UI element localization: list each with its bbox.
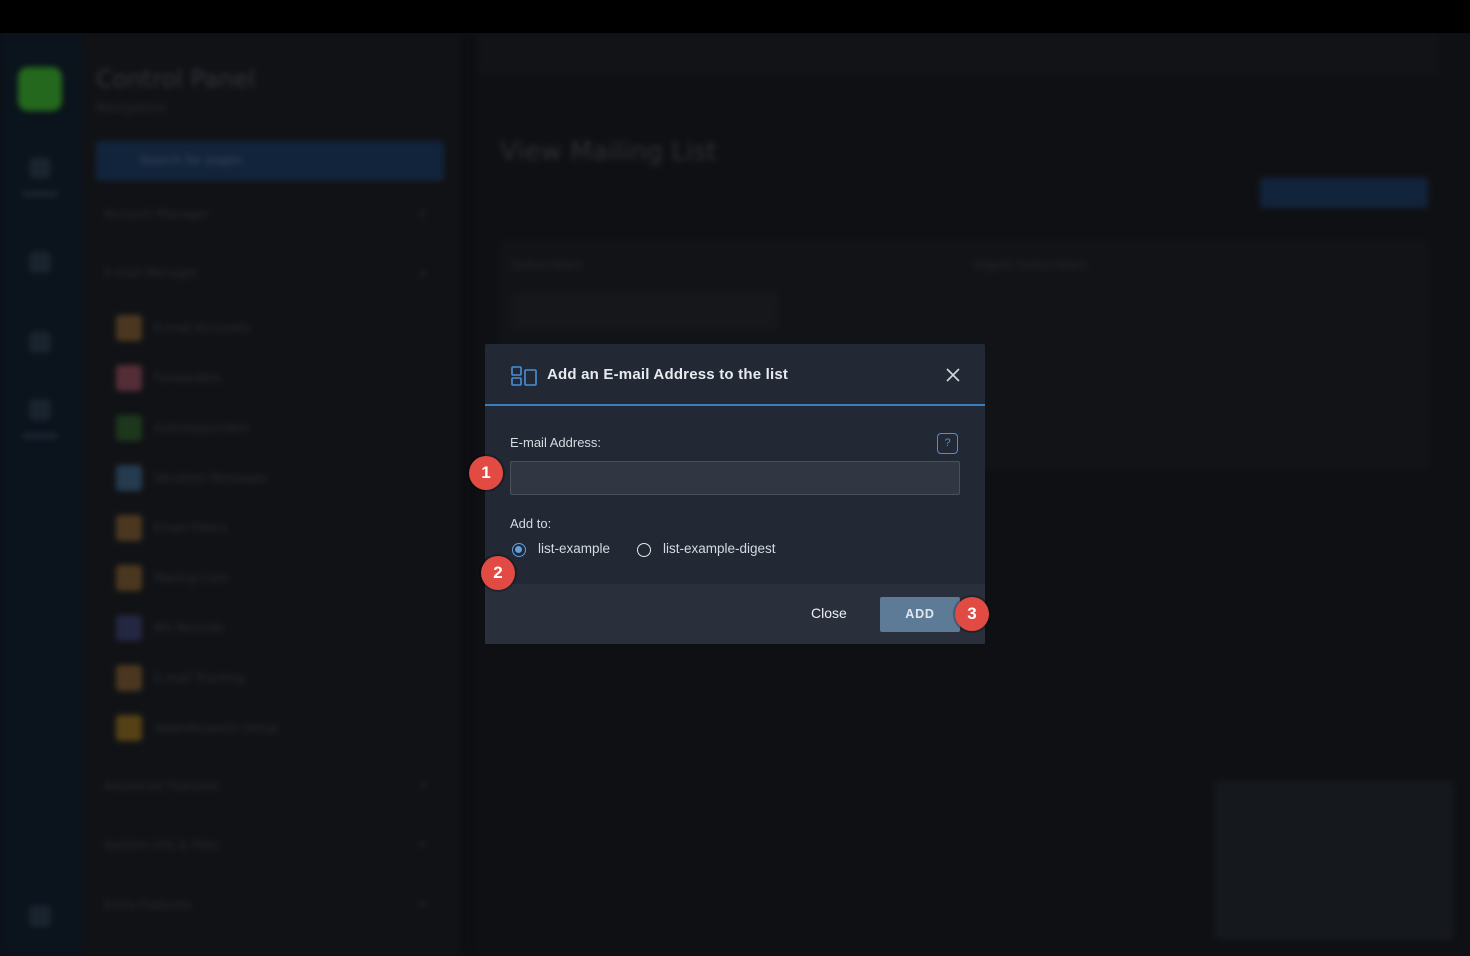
step-badge-1: 1 — [469, 456, 503, 490]
step-badge-3: 3 — [955, 597, 989, 631]
radio-label-list-example-digest[interactable]: list-example-digest — [663, 541, 776, 556]
dialog-title: Add an E-mail Address to the list — [547, 366, 789, 383]
add-button[interactable]: ADD — [880, 597, 960, 632]
radio-list-example[interactable] — [512, 543, 526, 557]
radio-list-example-digest[interactable] — [637, 543, 651, 557]
step-badge-2: 2 — [481, 556, 515, 590]
add-email-dialog: Add an E-mail Address to the list E-mail… — [485, 344, 985, 644]
layout-icon — [511, 366, 537, 386]
close-icon[interactable] — [944, 366, 962, 384]
close-button[interactable]: Close — [811, 605, 847, 621]
email-field[interactable] — [510, 461, 960, 495]
add-to-label: Add to: — [510, 516, 552, 531]
dialog-header: Add an E-mail Address to the list — [485, 344, 985, 406]
top-black-bar — [0, 0, 1470, 33]
radio-label-list-example[interactable]: list-example — [538, 541, 610, 556]
dialog-footer: Close ADD — [485, 584, 985, 644]
help-icon[interactable]: ? — [937, 433, 958, 454]
email-label: E-mail Address: — [510, 435, 602, 450]
